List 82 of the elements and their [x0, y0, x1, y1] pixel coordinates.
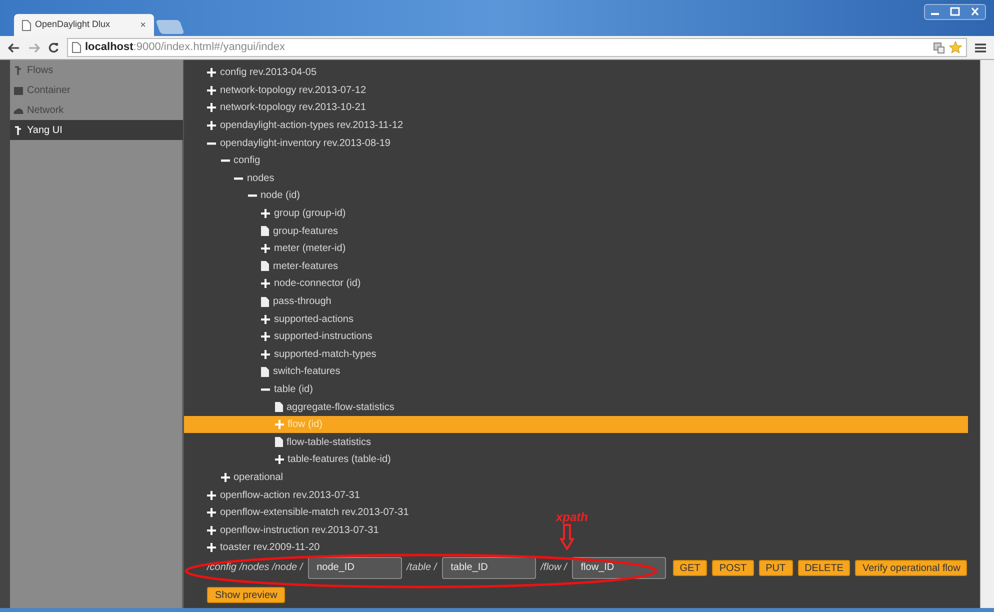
- tree-row[interactable]: supported-instructions: [184, 328, 376, 346]
- document-icon: [274, 402, 282, 412]
- tree-row[interactable]: supported-actions: [184, 310, 358, 328]
- tree-row[interactable]: flow-table-statistics: [184, 433, 375, 452]
- reload-icon[interactable]: [48, 42, 59, 53]
- tree-row[interactable]: openflow-action rev.2013-07-31: [184, 486, 364, 504]
- tree-row[interactable]: node (id): [184, 187, 304, 205]
- plus-icon: [261, 279, 270, 288]
- tree-row[interactable]: config rev.2013-04-05: [184, 64, 321, 82]
- request-button[interactable]: POST: [712, 560, 754, 576]
- plus-icon: [261, 314, 270, 324]
- new-tab-button[interactable]: [155, 20, 185, 34]
- id-input-field[interactable]: table_ID: [442, 556, 536, 579]
- path-segment-label: /config /nodes /node /: [207, 561, 303, 576]
- page-icon: [72, 42, 81, 53]
- plus-icon: [207, 526, 216, 535]
- document-icon: [274, 437, 282, 448]
- back-icon[interactable]: [8, 42, 20, 52]
- request-button[interactable]: DELETE: [798, 560, 850, 576]
- plus-icon: [207, 68, 216, 78]
- forward-icon[interactable]: [28, 42, 40, 52]
- menu-icon[interactable]: [975, 42, 986, 52]
- xpath-annotation-label: xpath: [556, 509, 588, 526]
- tree-row[interactable]: group (group-id): [184, 204, 350, 222]
- tree-row[interactable]: opendaylight-action-types rev.2013-11-12: [184, 116, 408, 134]
- request-button[interactable]: PUT: [758, 560, 793, 576]
- tree-row[interactable]: toaster rev.2009-11-20: [184, 539, 324, 557]
- tree-row[interactable]: config: [184, 152, 264, 170]
- plus-icon: [207, 86, 216, 95]
- tab-title: OpenDaylight Dlux: [35, 18, 112, 32]
- tree-row[interactable]: aggregate-flow-statistics: [184, 398, 398, 416]
- tree-row[interactable]: openflow-extensible-match rev.2013-07-31: [184, 504, 413, 522]
- url-text: localhost:9000/index.html#/yangui/index: [85, 40, 285, 56]
- document-icon: [261, 226, 269, 236]
- plus-icon: [207, 543, 216, 552]
- arrow-icon: [13, 64, 24, 76]
- tree-row[interactable]: pass-through: [184, 292, 336, 310]
- address-bar[interactable]: localhost:9000/index.html#/yangui/index: [67, 38, 967, 57]
- tree-row[interactable]: network-topology rev.2013-07-12: [184, 82, 370, 100]
- request-button[interactable]: Verify operational flow: [855, 560, 968, 576]
- plus-icon: [274, 455, 284, 464]
- tree-row[interactable]: network-topology rev.2013-10-21: [184, 99, 370, 117]
- plus-icon: [261, 332, 270, 342]
- tree-row[interactable]: switch-features: [184, 363, 344, 381]
- plus-icon: [207, 508, 216, 518]
- browser-tab[interactable]: OpenDaylight Dlux ×: [14, 14, 154, 36]
- tree-row[interactable]: node-connector (id): [184, 275, 365, 293]
- tree-row[interactable]: nodes: [184, 170, 278, 188]
- star-icon[interactable]: [949, 41, 962, 54]
- translate-icon[interactable]: [933, 42, 945, 54]
- square-icon: [13, 84, 24, 96]
- tab-close-button[interactable]: ×: [140, 18, 146, 32]
- plus-icon: [220, 472, 230, 482]
- tree-row[interactable]: table (id): [184, 380, 317, 398]
- tree-row[interactable]: table-features (table-id): [184, 451, 395, 469]
- plus-icon: [261, 209, 270, 218]
- document-icon: [261, 366, 269, 377]
- arrow-icon: [13, 124, 24, 136]
- plus-icon: [261, 350, 270, 359]
- id-input-field[interactable]: node_ID: [308, 556, 402, 579]
- path-segment-label: /table /: [406, 561, 437, 576]
- tree-row[interactable]: supported-match-types: [184, 346, 380, 364]
- scrollbar[interactable]: [980, 60, 994, 608]
- tree-row[interactable]: group-features: [184, 222, 342, 240]
- tree-row[interactable]: opendaylight-inventory rev.2013-08-19: [184, 134, 394, 152]
- document-icon: [261, 261, 269, 272]
- sidebar-item[interactable]: Yang UI: [10, 120, 183, 140]
- path-segment-label: /flow /: [540, 561, 567, 576]
- plus-icon: [207, 103, 216, 112]
- plus-icon: [261, 244, 270, 254]
- show-preview-button[interactable]: Show preview: [207, 586, 286, 603]
- page-icon: [22, 20, 31, 30]
- down-arrow-annotation-icon: [560, 524, 574, 550]
- tree-row[interactable]: openflow-instruction rev.2013-07-31: [184, 521, 383, 540]
- plus-icon: [207, 121, 216, 130]
- tree-row[interactable]: meter-features: [184, 258, 342, 276]
- document-icon: [261, 296, 269, 307]
- plus-icon: [274, 420, 284, 430]
- tree-row[interactable]: operational: [184, 468, 287, 486]
- tree-row[interactable]: meter (meter-id): [184, 240, 350, 258]
- plus-icon: [207, 490, 216, 500]
- request-button[interactable]: GET: [672, 560, 708, 576]
